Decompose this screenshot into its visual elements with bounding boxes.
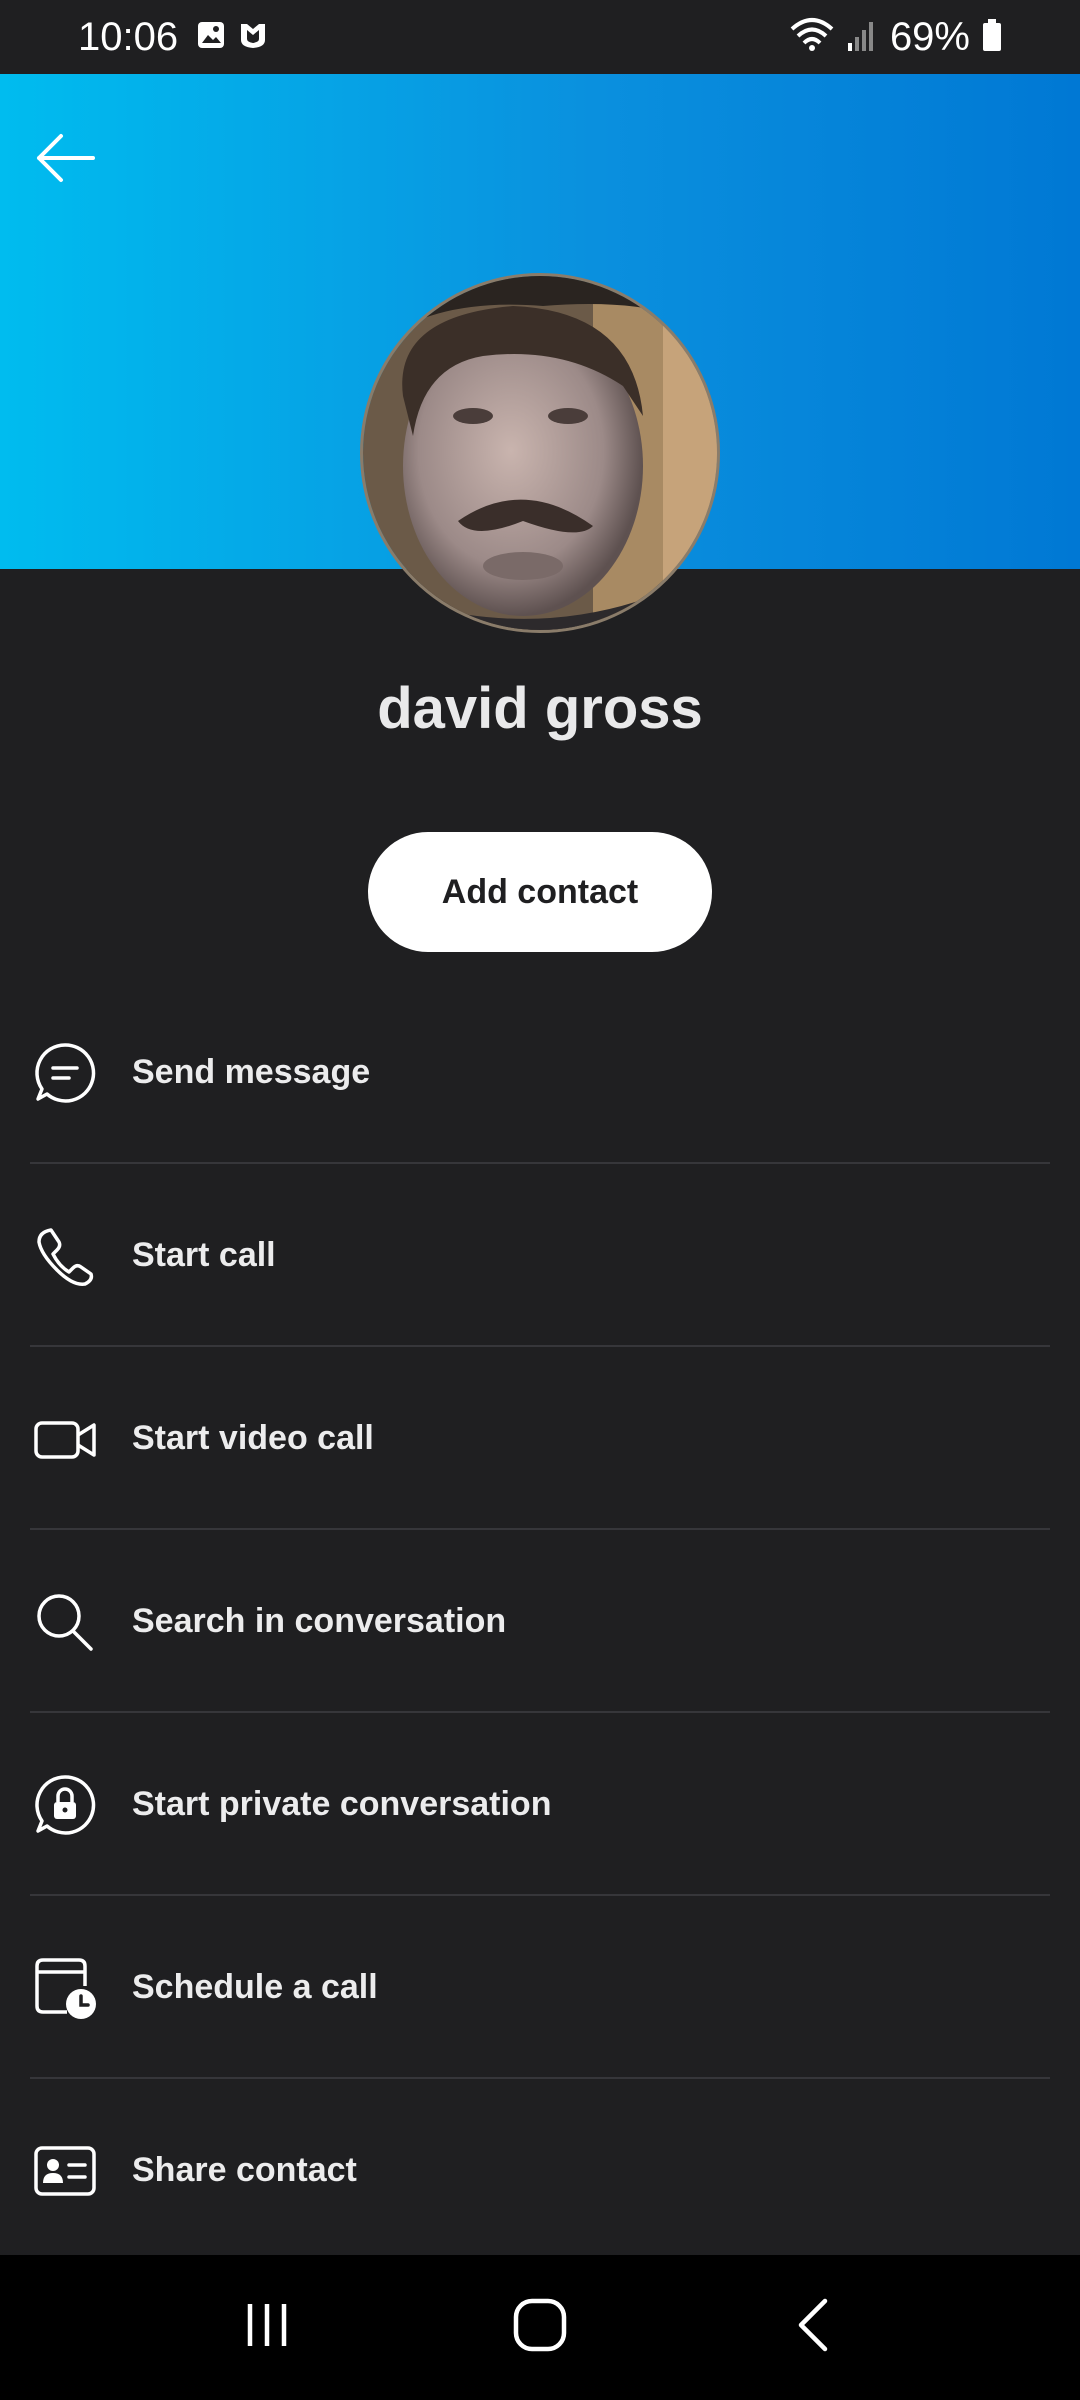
action-search-in-conversation[interactable]: Search in conversation <box>0 1530 1080 1713</box>
action-list: Send message Start call Start video call… <box>0 981 1080 2262</box>
action-send-message[interactable]: Send message <box>0 981 1080 1164</box>
action-label: Start private conversation <box>132 1785 552 1823</box>
action-start-private-conversation[interactable]: Start private conversation <box>0 1713 1080 1896</box>
recent-apps-icon <box>242 2300 292 2355</box>
back-arrow-icon <box>35 133 95 188</box>
status-bar: 10:06 69% <box>0 0 1080 74</box>
home-icon <box>512 2297 568 2358</box>
system-nav-bar <box>0 2255 1080 2400</box>
back-button[interactable] <box>30 125 100 195</box>
add-contact-button[interactable]: Add contact <box>368 832 712 952</box>
calendar-clock-icon <box>32 1955 98 2021</box>
video-camera-icon <box>32 1406 98 1472</box>
action-label: Send message <box>132 1053 371 1091</box>
action-label: Schedule a call <box>132 1968 378 2006</box>
battery-icon <box>982 18 1002 57</box>
action-share-contact[interactable]: Share contact <box>0 2079 1080 2262</box>
action-start-call[interactable]: Start call <box>0 1164 1080 1347</box>
back-icon <box>793 2297 833 2358</box>
nav-back-button[interactable] <box>763 2278 863 2378</box>
search-icon <box>32 1589 98 1655</box>
lock-chat-icon <box>32 1772 98 1838</box>
action-schedule-a-call[interactable]: Schedule a call <box>0 1896 1080 2079</box>
shield-app-icon <box>238 20 268 55</box>
home-button[interactable] <box>490 2278 590 2378</box>
profile-name: david gross <box>377 676 703 741</box>
battery-percent: 69% <box>889 14 970 59</box>
phone-icon <box>32 1223 98 1289</box>
avatar[interactable] <box>360 273 720 633</box>
chat-bubble-icon <box>32 1040 98 1106</box>
action-label: Search in conversation <box>132 1602 507 1640</box>
signal-icon <box>846 17 878 58</box>
action-label: Start call <box>132 1236 276 1274</box>
contact-card-icon <box>32 2138 98 2204</box>
recent-apps-button[interactable] <box>217 2278 317 2378</box>
gallery-icon <box>196 20 226 55</box>
status-time: 10:06 <box>78 14 179 59</box>
wifi-icon <box>790 17 834 58</box>
action-label: Start video call <box>132 1419 374 1457</box>
action-label: Share contact <box>132 2151 357 2189</box>
action-start-video-call[interactable]: Start video call <box>0 1347 1080 1530</box>
